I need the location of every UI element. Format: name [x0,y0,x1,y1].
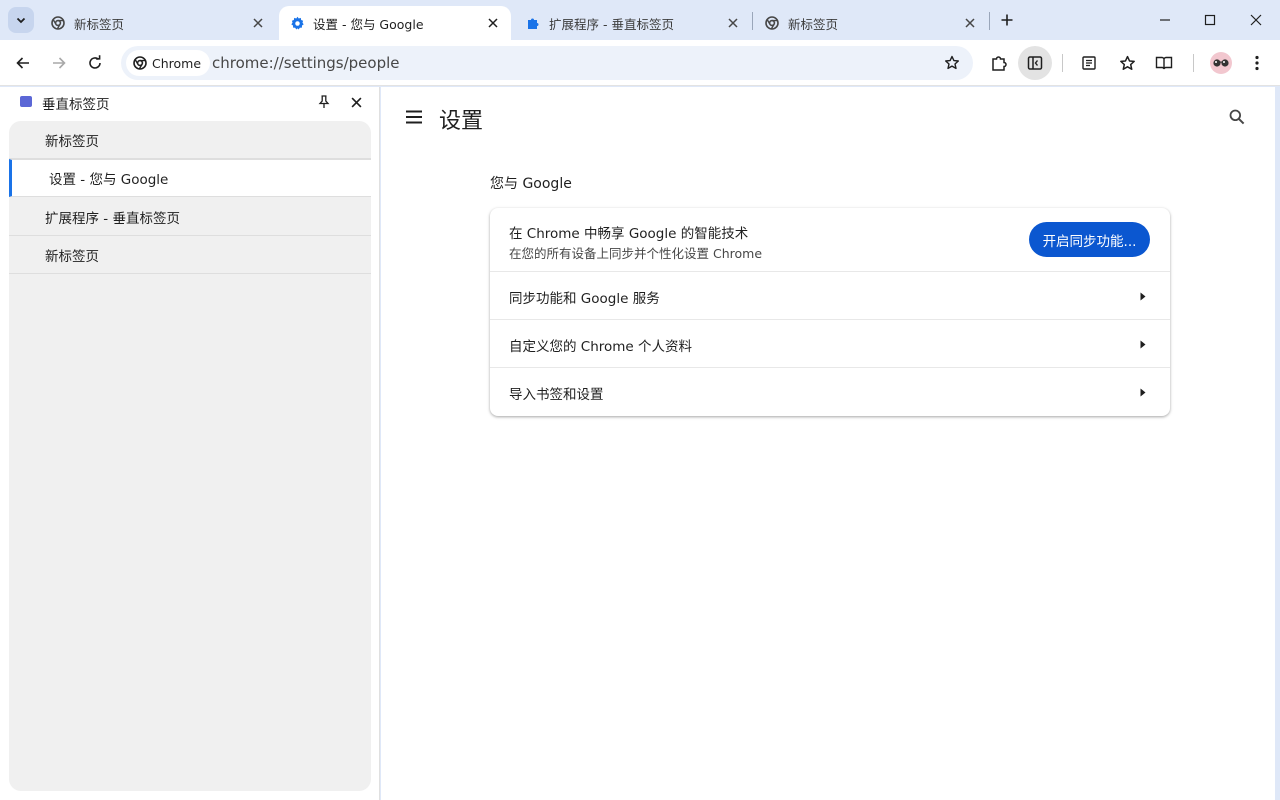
triangle-right-icon [1138,339,1148,349]
url-text[interactable]: chrome://settings/people [212,54,400,72]
settings-row-customize-profile[interactable]: 自定义您的 Chrome 个人资料 [490,320,1170,368]
close-icon [1250,14,1262,26]
book-icon [1155,56,1173,70]
vertical-tab-item[interactable]: 扩展程序 - 垂直标签页 [9,198,371,236]
triangle-right-icon [1138,387,1148,397]
arrow-right-icon [53,57,66,69]
tab-title: 设置 - 您与 Google [313,16,424,32]
window-close-button[interactable] [1233,0,1279,40]
settings-row-sync-services[interactable]: 同步功能和 Google 服务 [490,272,1170,320]
avatar [1210,52,1232,74]
tab-title: 扩展程序 - 垂直标签页 [549,16,674,32]
close-icon[interactable] [483,13,503,33]
menu-button[interactable] [1240,46,1274,80]
row-label: 同步功能和 Google 服务 [509,291,660,307]
side-panel-close-button[interactable] [346,92,366,112]
tab-separator [989,12,990,30]
close-icon[interactable] [723,13,743,33]
section-title: 您与 Google [490,176,572,192]
vertical-tab-list: 新标签页 设置 - 您与 Google 扩展程序 - 垂直标签页 新标签页 [9,121,371,791]
back-button[interactable] [6,46,40,80]
side-panel-icon [1027,56,1043,70]
arrow-left-icon [16,57,29,69]
tab-1[interactable]: 新标签页 [40,6,276,40]
tab-strip: 新标签页 设置 - 您与 Google 扩展程序 - 垂直标签页 新标签页 [0,0,1280,40]
close-icon[interactable] [248,13,268,33]
toolbar-separator [1062,54,1063,72]
vertical-tab-item[interactable]: 新标签页 [9,236,371,274]
tab-2[interactable]: 设置 - 您与 Google [279,6,511,40]
settings-menu-button[interactable] [401,104,427,130]
plus-icon [1001,14,1013,26]
search-icon [1229,109,1245,125]
close-icon[interactable] [960,13,980,33]
reading-list-icon [1082,56,1096,70]
turn-on-sync-button[interactable]: 开启同步功能... [1029,222,1150,257]
star-icon [1119,55,1135,70]
sync-promo: 在 Chrome 中畅享 Google 的智能技术 在您的所有设备上同步并个性化… [490,208,1170,272]
reload-icon [89,55,101,69]
settings-search-button[interactable] [1223,103,1251,131]
chip-label: Chrome [152,55,202,71]
row-label: 自定义您的 Chrome 个人资料 [509,339,693,355]
side-panel-button[interactable] [1018,46,1052,80]
row-label: 导入书签和设置 [509,387,604,403]
reader-mode-button[interactable] [1147,46,1181,80]
settings-page: 设置 您与 Google 在 Chrome 中畅享 Google 的智能技术 在… [381,87,1280,800]
tab-4[interactable]: 新标签页 [754,6,988,40]
settings-row-import-bookmarks[interactable]: 导入书签和设置 [490,368,1170,416]
more-vertical-icon [1255,55,1259,71]
toolbar: Chrome chrome://settings/people [0,40,1280,86]
side-panel: 垂直标签页 新标签页 设置 - 您与 Google 扩展程序 - 垂直标签页 新… [0,87,380,800]
pin-icon [318,95,330,108]
window-edge [1275,87,1280,800]
tab-3[interactable]: 扩展程序 - 垂直标签页 [515,6,751,40]
chrome-icon [764,15,780,31]
forward-button[interactable] [42,46,76,80]
vertical-tab-item-active[interactable]: 设置 - 您与 Google [9,159,371,197]
extensions-button[interactable] [982,46,1016,80]
extension-icon [20,96,32,107]
side-panel-header: 垂直标签页 [0,87,380,117]
new-tab-button[interactable] [996,9,1018,31]
bookmarks-button[interactable] [1110,46,1144,80]
page-title: 设置 [439,109,484,134]
chevron-down-icon [16,17,26,24]
reading-list-button[interactable] [1072,46,1106,80]
glasses-icon [1213,59,1229,67]
triangle-right-icon [1138,291,1148,301]
star-icon [945,55,959,70]
hamburger-icon [406,110,422,124]
gear-icon [289,15,305,31]
promo-title: 在 Chrome 中畅享 Google 的智能技术 [509,226,749,242]
puzzle-icon [992,56,1007,71]
tab-title: 新标签页 [74,16,125,32]
site-info-chip[interactable]: Chrome [126,50,211,76]
reload-button[interactable] [78,46,112,80]
bookmark-star-button[interactable] [941,52,963,74]
tab-search-button[interactable] [8,7,34,33]
profile-button[interactable] [1204,46,1238,80]
tab-separator [752,12,753,30]
maximize-button[interactable] [1187,0,1233,40]
address-bar[interactable]: Chrome chrome://settings/people [121,46,973,80]
side-panel-title: 垂直标签页 [42,97,110,113]
pin-button[interactable] [314,92,334,112]
chrome-icon [133,56,147,70]
minimize-icon [1160,19,1170,21]
chrome-icon [50,15,66,31]
close-icon [351,97,361,107]
vertical-tab-item[interactable]: 新标签页 [9,121,371,159]
promo-subtitle: 在您的所有设备上同步并个性化设置 Chrome [509,246,763,261]
maximize-icon [1204,14,1216,26]
toolbar-separator [1193,54,1194,72]
settings-card: 在 Chrome 中畅享 Google 的智能技术 在您的所有设备上同步并个性化… [490,208,1170,416]
puzzle-icon [525,15,541,31]
tab-title: 新标签页 [788,16,839,32]
minimize-button[interactable] [1142,0,1188,40]
